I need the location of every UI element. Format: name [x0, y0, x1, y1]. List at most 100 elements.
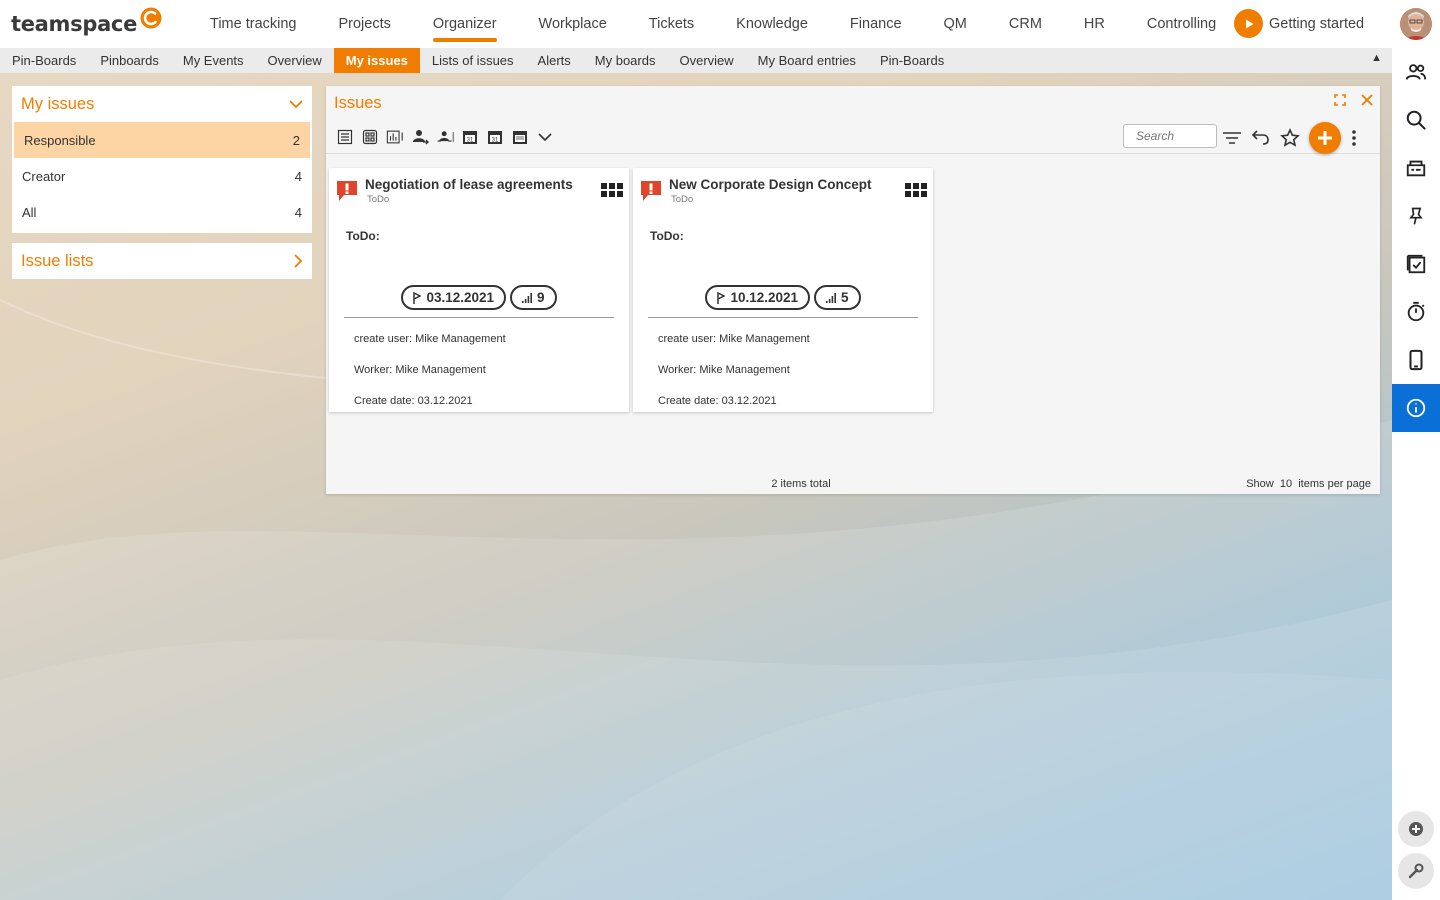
priority-value: 9	[537, 290, 545, 305]
nav-item-time-tracking[interactable]: Time tracking	[189, 0, 317, 48]
flag-icon	[717, 291, 726, 304]
subnav-item-my-boards[interactable]: My boards	[583, 48, 668, 73]
create-date: Create date: 03.12.2021	[354, 395, 473, 407]
filter-icon[interactable]	[1222, 130, 1242, 146]
priority-chip: 9	[510, 285, 557, 310]
my-issues-row-all[interactable]: All 4	[12, 194, 312, 230]
subnav-item-my-events[interactable]: My Events	[171, 48, 256, 73]
issue-lists-title: Issue lists	[21, 251, 94, 270]
calendar-month-icon[interactable]	[511, 128, 529, 146]
undo-icon[interactable]	[1251, 129, 1271, 147]
tasks-button[interactable]	[1392, 240, 1440, 288]
inbox-button[interactable]	[1392, 144, 1440, 192]
users-button[interactable]	[1392, 48, 1440, 96]
my-issues-panel: My issues Responsible 2 Creator 4 All 4	[12, 86, 312, 233]
subnav-item-alerts[interactable]: Alerts	[526, 48, 583, 73]
getting-started-button[interactable]: Getting started	[1234, 9, 1364, 38]
favorite-star-icon[interactable]	[1280, 128, 1300, 148]
calendar-day-icon[interactable]: 31	[461, 128, 479, 146]
sub-navigation-bar: Pin-Boards Pinboards My Events Overview My i…	[0, 48, 1392, 73]
teamspace-logo[interactable]: teamspace	[11, 0, 181, 48]
nav-item-organizer[interactable]: Organizer	[412, 0, 518, 48]
nav-item-tickets[interactable]: Tickets	[628, 0, 715, 48]
issue-title[interactable]: Negotiation of lease agreements	[365, 177, 573, 192]
close-icon[interactable]	[1360, 93, 1374, 107]
issue-card[interactable]: Negotiation of lease agreements ToDo ToD…	[329, 168, 629, 412]
card-menu-grid-icon[interactable]	[905, 183, 927, 197]
nav-item-knowledge[interactable]: Knowledge	[715, 0, 829, 48]
per-page-value[interactable]: 10	[1280, 478, 1292, 490]
add-issue-button[interactable]	[1309, 122, 1341, 154]
calendar-week-icon[interactable]: 31	[486, 128, 504, 146]
nav-item-finance[interactable]: Finance	[829, 0, 923, 48]
plus-icon	[1318, 131, 1332, 145]
create-date: Create date: 03.12.2021	[658, 395, 777, 407]
row-count: 4	[294, 204, 302, 220]
nav-item-controlling[interactable]: Controlling	[1126, 0, 1237, 48]
nav-item-crm[interactable]: CRM	[988, 0, 1063, 48]
chevron-right-icon	[294, 254, 303, 268]
delegate-user-icon[interactable]	[436, 128, 454, 146]
subnav-item-my-issues[interactable]: My issues	[333, 48, 420, 73]
top-navigation-bar: teamspace Time tracking Projects Organizer…	[0, 0, 1440, 48]
signal-bars-icon	[522, 292, 533, 303]
timer-button[interactable]	[1392, 288, 1440, 336]
nav-item-qm[interactable]: QM	[923, 0, 988, 48]
subnav-item-overview[interactable]: Overview	[256, 48, 334, 73]
users-icon	[1405, 64, 1427, 80]
search-input[interactable]	[1123, 124, 1217, 148]
subnav-item-pinboards[interactable]: Pinboards	[88, 48, 171, 73]
nav-item-hr[interactable]: HR	[1063, 0, 1126, 48]
subnav-item-pin-boards[interactable]: Pin-Boards	[868, 48, 956, 73]
issue-lists-panel[interactable]: Issue lists	[12, 243, 312, 279]
stopwatch-icon	[1407, 301, 1425, 322]
pin-button[interactable]	[1392, 192, 1440, 240]
my-issues-row-responsible[interactable]: Responsible 2	[14, 122, 310, 158]
issue-status: ToDo	[671, 194, 694, 205]
svg-text:31: 31	[467, 138, 474, 144]
priority-value: 5	[841, 290, 849, 305]
issue-lists-header[interactable]: Issue lists	[12, 243, 312, 279]
collapse-icon[interactable]: ▲	[1371, 52, 1382, 64]
assign-user-icon[interactable]	[411, 128, 429, 146]
issues-title: Issues	[334, 94, 382, 112]
issue-title[interactable]: New Corporate Design Concept	[669, 177, 872, 192]
list-view-icon[interactable]	[336, 128, 354, 146]
subnav-item-overview[interactable]: Overview	[667, 48, 745, 73]
nav-item-workplace[interactable]: Workplace	[518, 0, 628, 48]
search-button[interactable]	[1392, 96, 1440, 144]
main-nav: Time tracking Projects Organizer Workplace T…	[189, 0, 1237, 48]
right-sidebar	[1392, 48, 1440, 900]
subnav-item-my-board-entries[interactable]: My Board entries	[746, 48, 868, 73]
toolbar-actions	[1222, 122, 1358, 154]
todo-label: ToDo:	[650, 229, 684, 243]
maximize-icon[interactable]	[1334, 94, 1346, 106]
nav-item-projects[interactable]: Projects	[317, 0, 411, 48]
more-options-icon[interactable]	[1350, 129, 1358, 147]
subnav-item-pin-boards[interactable]: Pin-Boards	[0, 48, 88, 73]
my-issues-row-creator[interactable]: Creator 4	[12, 158, 312, 194]
row-label: Creator	[22, 168, 66, 184]
per-page-show: Show	[1246, 478, 1274, 490]
settings-button[interactable]	[1398, 853, 1434, 889]
more-views-chevron-icon[interactable]	[536, 128, 554, 146]
due-date-chip: 03.12.2021	[401, 285, 507, 310]
subnav-item-lists-of-issues[interactable]: Lists of issues	[420, 48, 526, 73]
row-count: 2	[292, 132, 300, 148]
chart-view-icon[interactable]	[386, 128, 404, 146]
info-button[interactable]	[1392, 384, 1440, 432]
worker: Worker: Mike Management	[658, 364, 790, 376]
issue-card[interactable]: New Corporate Design Concept ToDo ToDo: …	[633, 168, 933, 412]
my-issues-header[interactable]: My issues	[12, 86, 312, 122]
due-date: 03.12.2021	[426, 290, 495, 305]
mobile-button[interactable]	[1392, 336, 1440, 384]
user-avatar[interactable]	[1400, 8, 1432, 40]
tile-view-icon[interactable]	[361, 128, 379, 146]
flag-icon	[413, 291, 422, 304]
create-user: create user: Mike Management	[658, 333, 810, 345]
add-widget-button[interactable]	[1398, 811, 1434, 847]
row-count: 4	[294, 168, 302, 184]
issue-alert-icon	[641, 181, 661, 201]
card-menu-grid-icon[interactable]	[601, 183, 623, 197]
per-page-suffix: items per page	[1298, 478, 1371, 490]
